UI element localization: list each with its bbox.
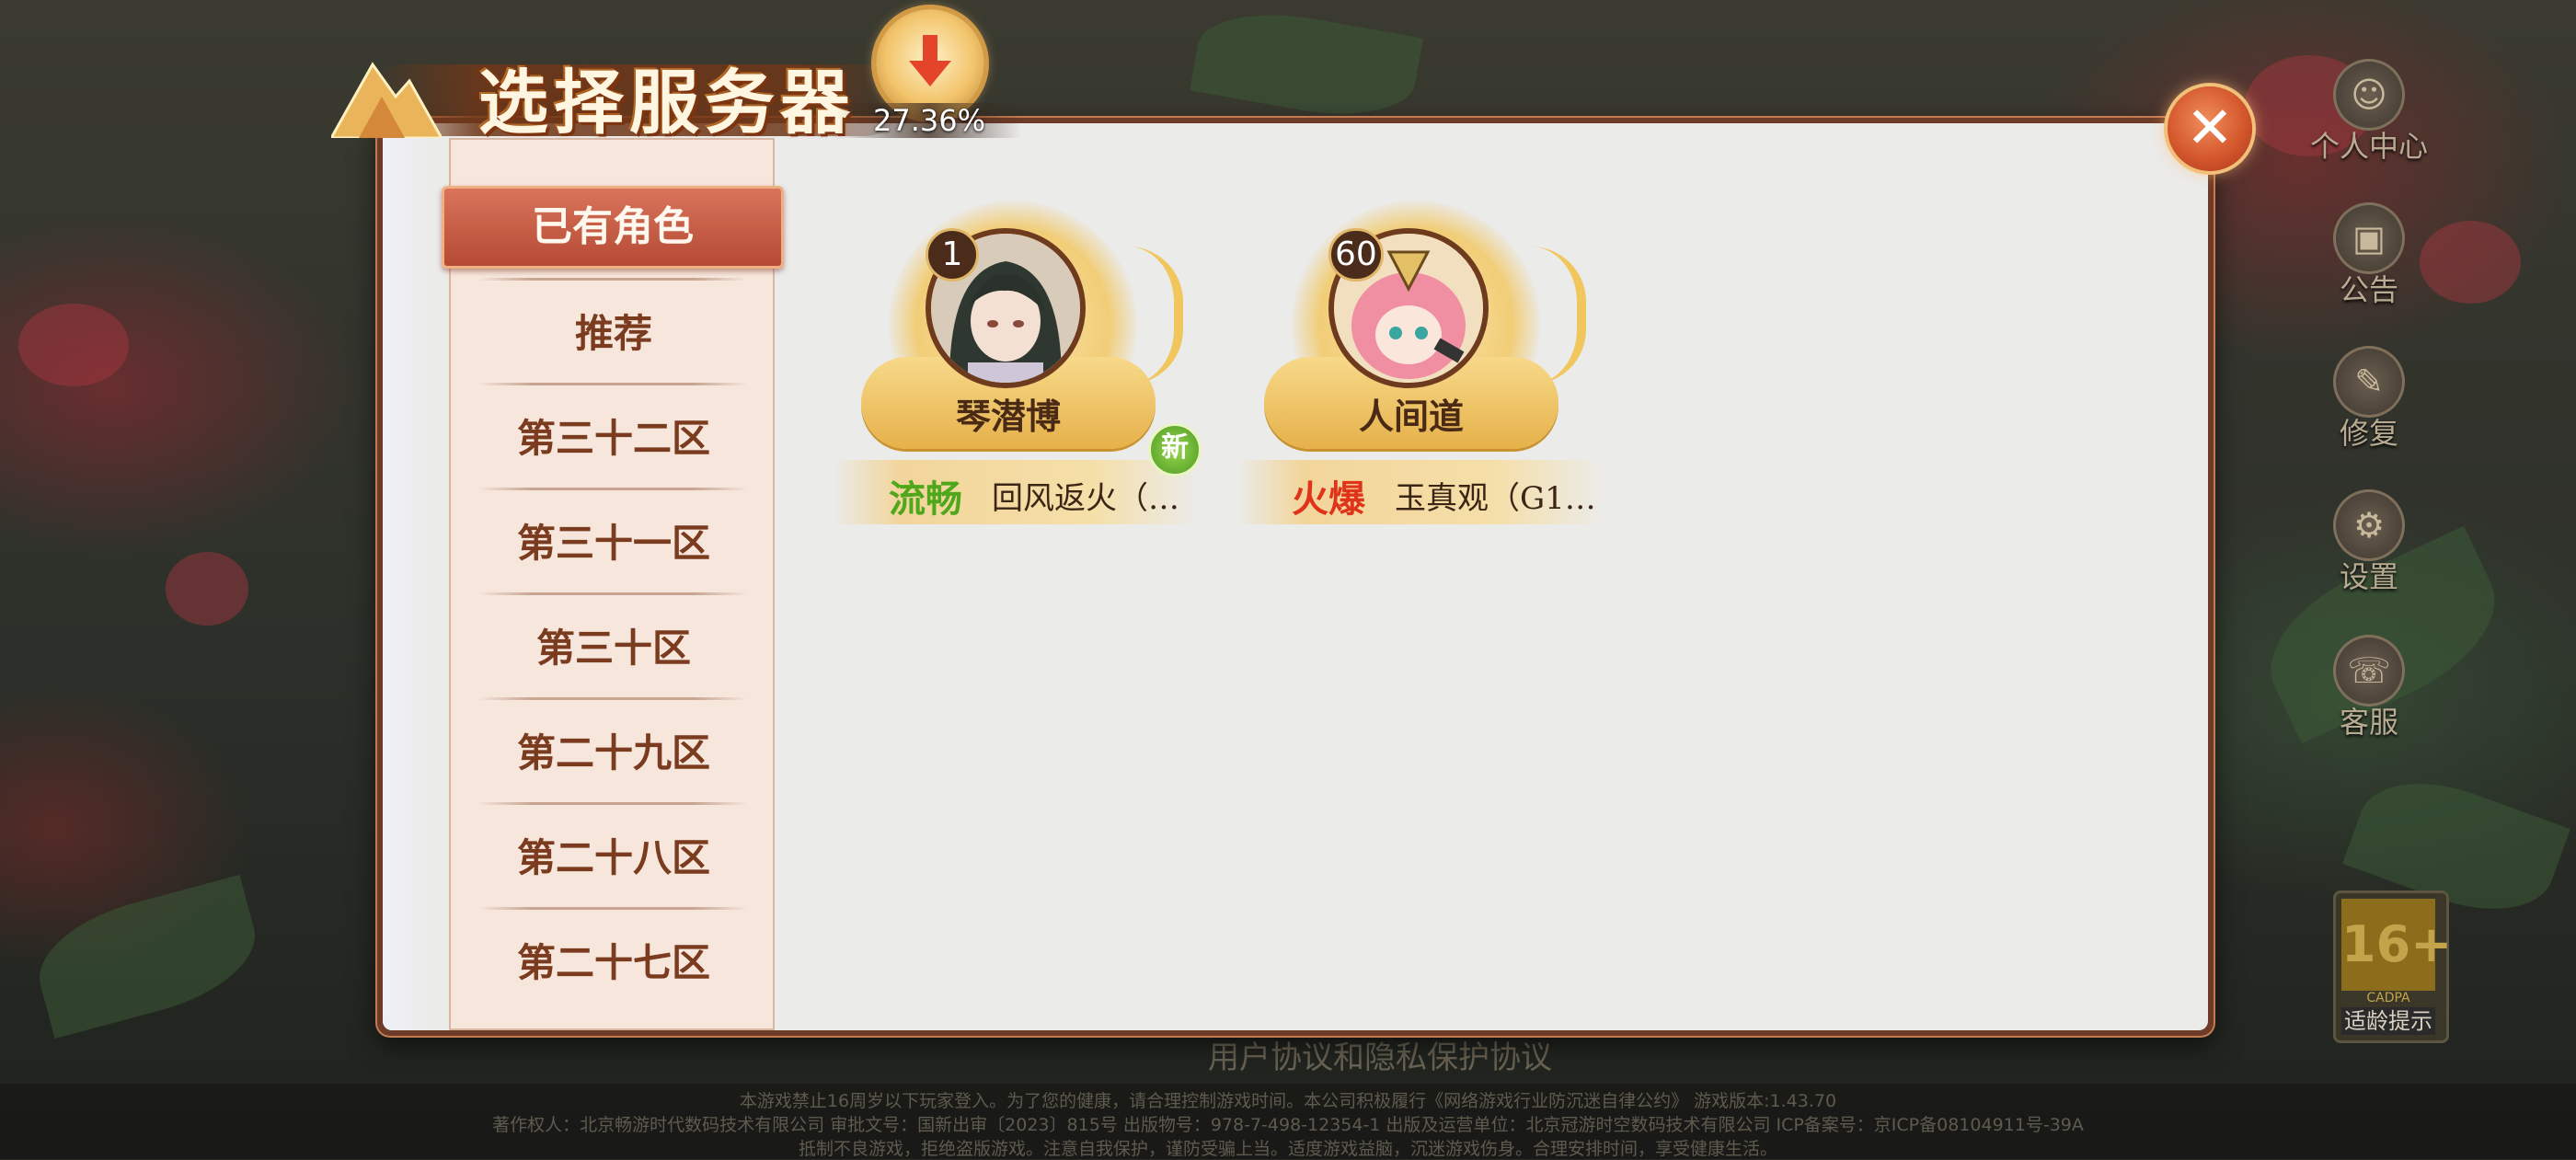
- tab-divider: [478, 278, 747, 281]
- character-name: 人间道: [1358, 396, 1464, 437]
- download-progress-button[interactable]: [876, 9, 984, 118]
- server-status-smooth: 流畅: [889, 477, 962, 521]
- age-rating-badge[interactable]: 16+ CADPA 适龄提示: [2333, 890, 2452, 1043]
- side-menu-settings[interactable]: ⚙ 设置: [2309, 489, 2429, 596]
- bg-leaf: [26, 874, 269, 1039]
- tab-divider: [478, 802, 747, 805]
- tab-existing-roles-active[interactable]: 已有角色: [442, 186, 784, 269]
- tab-zone-31[interactable]: 第三十一区: [464, 491, 764, 596]
- bg-flower: [166, 552, 248, 626]
- footer: 本游戏禁止16周岁以下玩家登入。为了您的健康，请合理控制游戏时间。本公司积极履行…: [0, 1084, 2576, 1159]
- dialog-mist-decoration: [383, 123, 429, 1030]
- close-icon: ✕: [2186, 94, 2234, 161]
- user-center-icon: ☺: [2333, 59, 2405, 131]
- age-rating-label: 适龄提示: [2341, 1007, 2435, 1035]
- tab-zone-28[interactable]: 第二十八区: [464, 806, 764, 911]
- bg-flower: [18, 304, 129, 386]
- side-menu-customer-service[interactable]: ☏ 客服: [2309, 635, 2429, 741]
- side-menu-label: 修复: [2339, 416, 2398, 451]
- side-menu-label: 设置: [2339, 559, 2398, 594]
- character-name: 琴潜博: [955, 396, 1061, 437]
- server-name: 玉真观（G1…: [1395, 480, 1596, 517]
- tab-recommended[interactable]: 推荐: [464, 281, 764, 386]
- age-rating-org: CADPA: [2366, 991, 2410, 1005]
- side-menu-label: 公告: [2339, 272, 2398, 307]
- level-badge: 1: [926, 228, 979, 281]
- server-tab-list[interactable]: 推荐 第三十二区 第三十一区 第三十区 第二十九区 第二十八区 第二十七区: [449, 138, 775, 1030]
- side-menu-label: 客服: [2339, 705, 2398, 740]
- tab-zone-27[interactable]: 第二十七区: [464, 911, 764, 1016]
- side-menu-announcement[interactable]: ▣ 公告: [2309, 202, 2429, 309]
- repair-icon: ✎: [2333, 346, 2405, 418]
- character-card[interactable]: 60 人间道 火爆 玉真观（G1…: [1236, 191, 1604, 524]
- footer-copyright-line: 著作权人：北京畅游时代数码技术有限公司 审批文号：国新出审〔2023〕815号 …: [492, 1115, 2084, 1135]
- bg-flower: [2420, 221, 2521, 304]
- user-agreement-link[interactable]: 用户协议和隐私保护协议: [920, 1032, 1840, 1077]
- tab-zone-29[interactable]: 第二十九区: [464, 701, 764, 806]
- tab-divider: [478, 488, 747, 490]
- customer-service-icon: ☏: [2333, 635, 2405, 706]
- side-menu-user-center[interactable]: ☺ 个人中心: [2309, 59, 2429, 166]
- settings-icon: ⚙: [2333, 489, 2405, 561]
- bg-leaf: [1190, 0, 1423, 130]
- tab-divider: [478, 697, 747, 700]
- side-menu-repair[interactable]: ✎ 修复: [2309, 346, 2429, 453]
- character-card[interactable]: 1 琴潜博 流畅 回风返火（… 新: [834, 191, 1202, 524]
- download-arrow-icon: [909, 35, 951, 86]
- dialog-title: 选择服务器: [478, 62, 856, 144]
- download-percent: 27.36%: [837, 103, 1021, 138]
- tab-zone-32[interactable]: 第三十二区: [464, 386, 764, 491]
- tab-zone-30[interactable]: 第三十区: [464, 596, 764, 701]
- mountain-icon: [331, 62, 442, 138]
- tab-divider: [478, 592, 747, 595]
- level-badge: 60: [1328, 228, 1384, 281]
- age-rating-value: 16+: [2341, 899, 2452, 991]
- close-button[interactable]: ✕: [2168, 86, 2252, 171]
- footer-notice-line: 本游戏禁止16周岁以下玩家登入。为了您的健康，请合理控制游戏时间。本公司积极履行…: [739, 1091, 1837, 1111]
- server-status-hot: 火爆: [1292, 477, 1365, 521]
- footer-health-line: 抵制不良游戏，拒绝盗版游戏。注意自我保护，谨防受骗上当。适度游戏益脑，沉迷游戏伤…: [798, 1139, 1777, 1159]
- announcement-icon: ▣: [2333, 202, 2405, 274]
- new-badge: 新: [1148, 423, 1202, 477]
- side-menu-label: 个人中心: [2309, 129, 2428, 164]
- tab-divider: [478, 907, 747, 910]
- server-name: 回风返火（…: [992, 480, 1179, 517]
- tab-divider: [478, 383, 747, 385]
